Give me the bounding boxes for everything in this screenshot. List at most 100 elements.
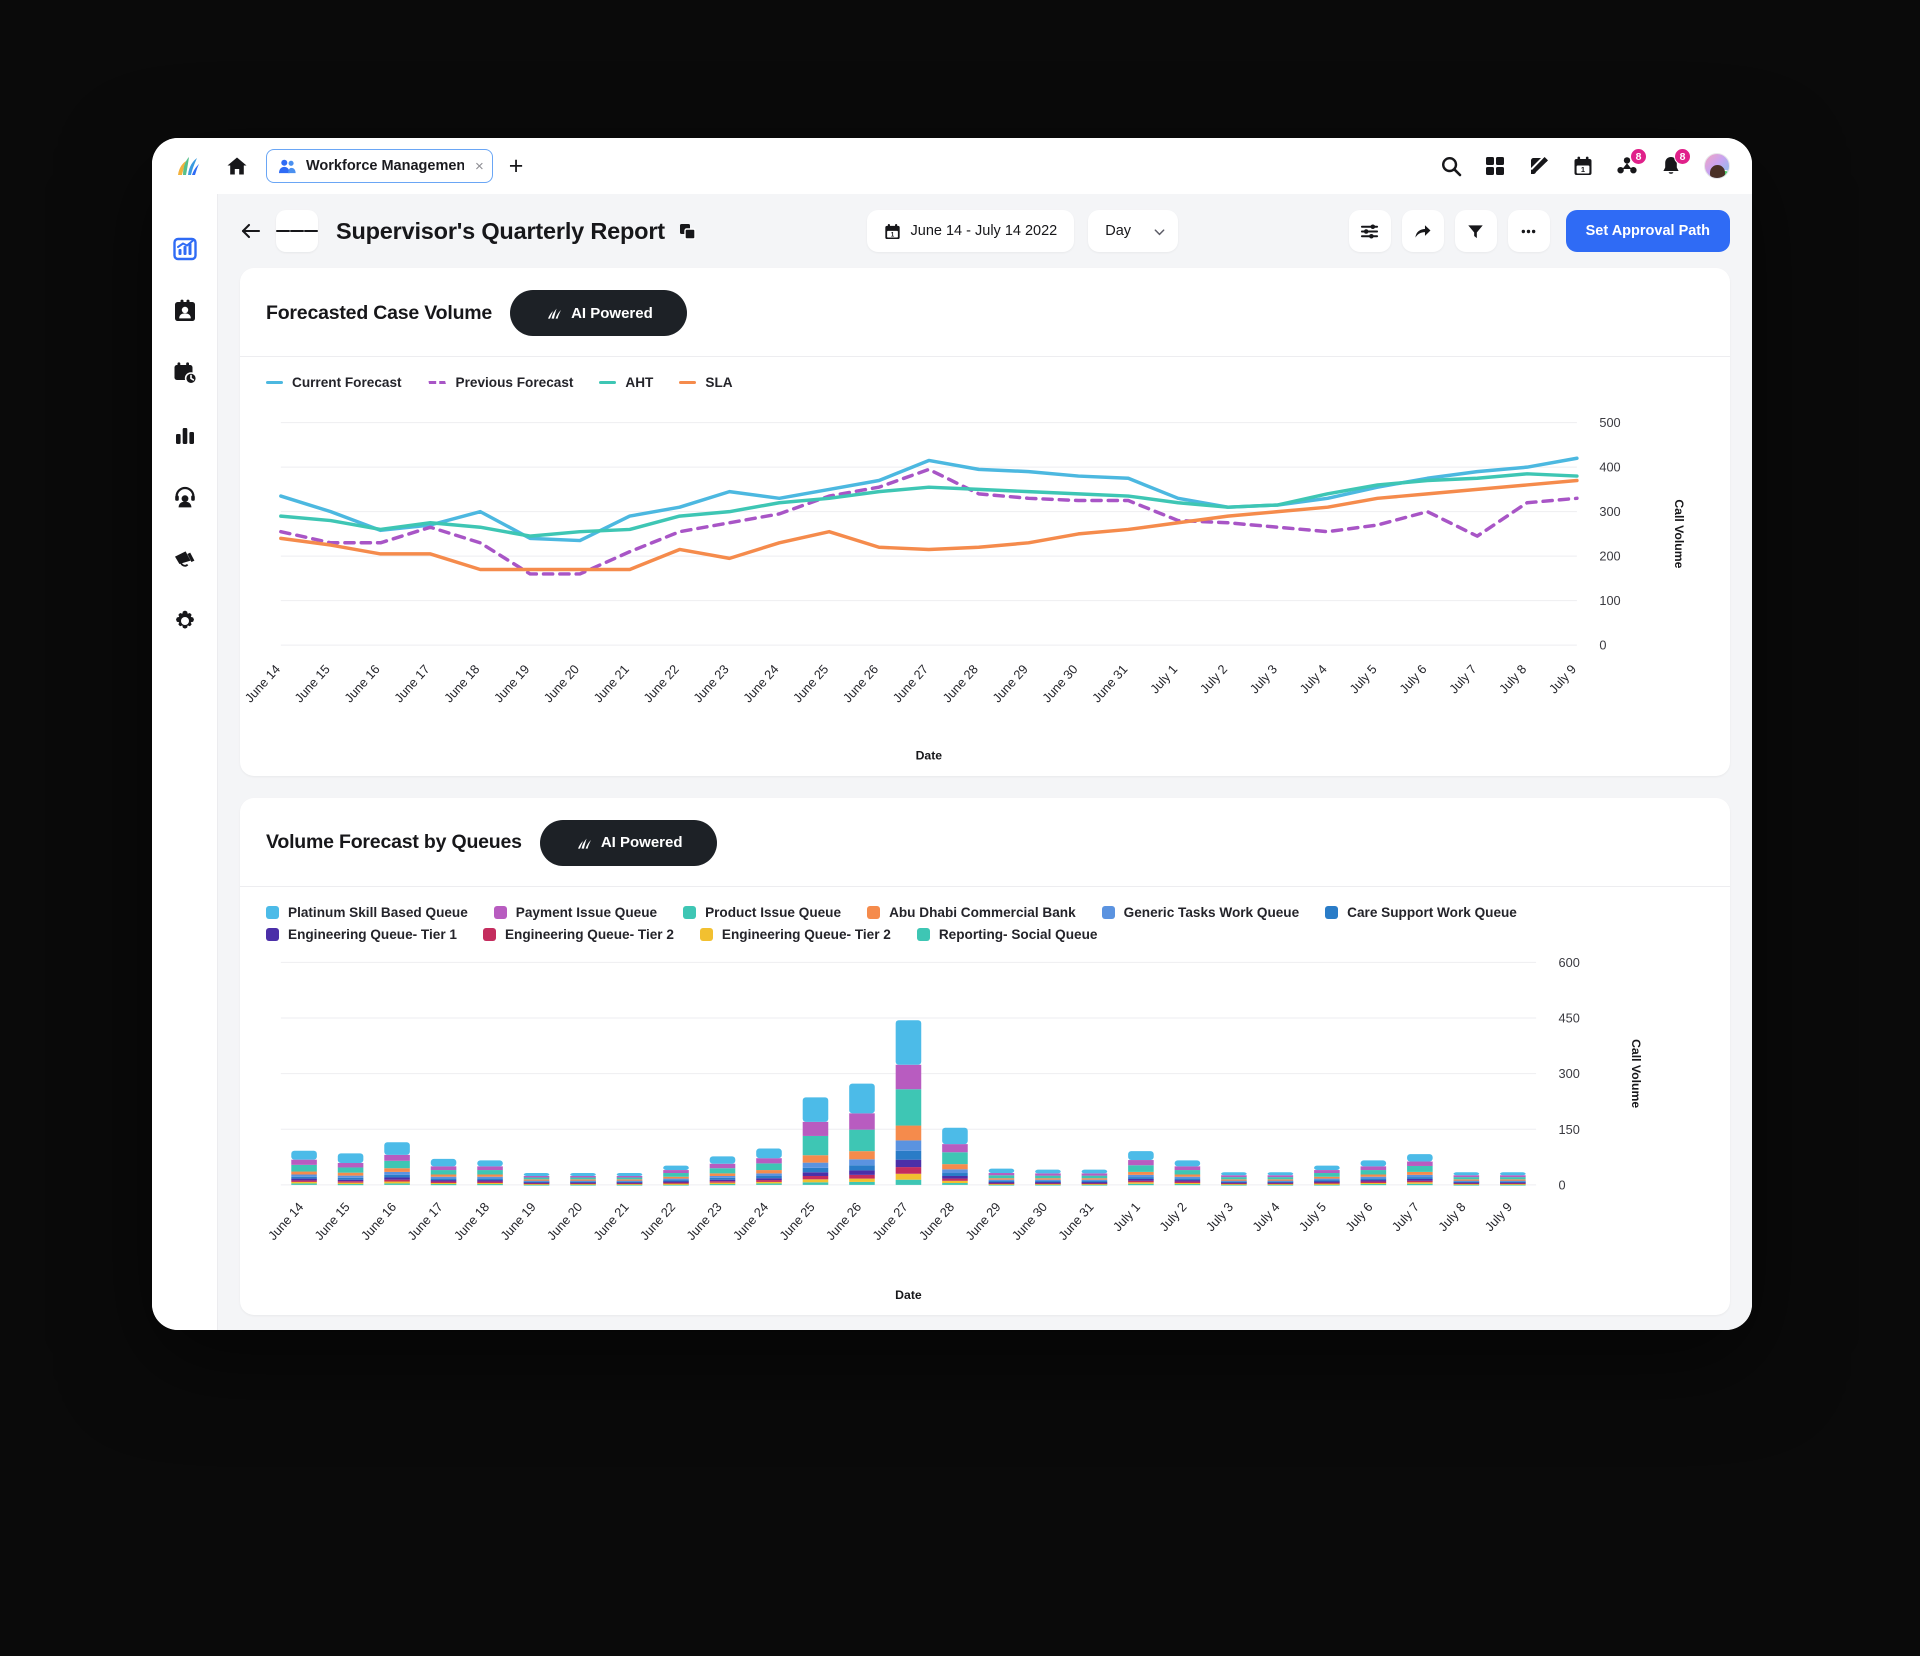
svg-text:Date: Date [895,1288,922,1302]
svg-text:June 30: June 30 [1039,662,1081,706]
svg-text:June 27: June 27 [890,662,932,706]
svg-text:July 7: July 7 [1446,662,1479,697]
browser-tab-workforce-management[interactable]: Workforce Management × [266,149,493,183]
svg-text:300: 300 [1599,504,1620,519]
volume-forecast-by-queues-chart: 0150300450600Call VolumeJune 14 June 15 Ju… [265,955,1643,1302]
svg-text:July 8: July 8 [1435,1199,1468,1234]
legend-item[interactable]: Previous Forecast [427,375,574,390]
legend-item[interactable]: Engineering Queue- Tier 2 [482,926,674,942]
new-tab-button[interactable]: + [509,153,524,179]
svg-text:June 29: June 29 [962,1199,1004,1243]
legend-label: Care Support Work Queue [1347,904,1517,920]
svg-text:July 6: July 6 [1396,662,1429,697]
svg-text:0: 0 [1599,638,1606,653]
svg-text:July 9: July 9 [1482,1199,1515,1234]
page-title: Supervisor's Quarterly Report [336,217,665,244]
svg-text:June 15: June 15 [291,662,333,706]
date-range-picker[interactable]: 1 June 14 - July 14 2022 [866,210,1075,252]
compose-icon[interactable] [1528,155,1550,177]
display-settings-icon[interactable] [1348,210,1391,252]
page-header: Supervisor's Quarterly Report 1 June 14 … [218,194,1752,268]
svg-text:June 21: June 21 [590,662,632,706]
user-avatar[interactable] [1704,153,1730,179]
search-icon[interactable] [1440,155,1462,177]
sidebar-item-agents[interactable] [172,484,198,510]
legend-swatch [683,905,697,919]
card-title: Forecasted Case Volume [266,301,493,324]
legend-label: SLA [705,375,733,390]
svg-text:300: 300 [1559,1066,1580,1081]
svg-text:July 3: July 3 [1247,662,1280,697]
sidebar-item-reports[interactable] [172,422,198,448]
legend-label: Payment Issue Queue [515,904,658,920]
duplicate-icon[interactable] [679,223,696,240]
legend-label: Previous Forecast [455,375,574,390]
granularity-label: Day [1105,223,1132,239]
legend-label: AHT [625,375,654,390]
close-icon[interactable]: × [473,159,484,174]
filter-icon[interactable] [1454,210,1497,252]
legend-label: Platinum Skill Based Queue [288,904,468,920]
svg-text:450: 450 [1559,1010,1580,1025]
svg-text:June 22: June 22 [637,1199,679,1243]
hamburger-icon[interactable] [276,210,318,252]
sidebar-item-settings[interactable] [172,608,198,634]
svg-text:June 25: June 25 [790,662,832,706]
legend-item[interactable]: AHT [599,375,653,390]
apps-grid-icon[interactable] [1484,155,1506,177]
legend-label: Engineering Queue- Tier 2 [504,926,674,942]
community-icon[interactable]: 8 [1616,148,1647,177]
svg-text:July 1: July 1 [1147,662,1180,697]
legend-item[interactable]: Engineering Queue- Tier 1 [266,927,457,942]
forecasted-case-volume-card: Forecasted Case Volume AI Powered Curren… [240,268,1730,776]
granularity-select[interactable]: Day [1088,210,1179,252]
legend-swatch [427,381,447,384]
sidebar-item-contacts[interactable] [172,298,198,324]
legend-swatch [599,380,617,385]
svg-text:July 4: July 4 [1296,662,1329,697]
browser-tab-bar: Workforce Management × + 1 8 8 [152,138,1752,194]
back-arrow-icon[interactable] [236,216,266,246]
legend-item[interactable]: Engineering Queue- Tier 2 [699,927,891,942]
svg-text:June 30: June 30 [1009,1199,1051,1243]
svg-text:500: 500 [1599,415,1620,430]
legend-swatch [482,927,496,941]
home-icon[interactable] [226,155,248,177]
legend-swatch [1325,905,1339,919]
calendar-icon[interactable]: 1 [1572,155,1594,177]
sidebar-item-announcements[interactable] [172,546,198,572]
legend-item[interactable]: Reporting- Social Queue [916,927,1097,942]
svg-text:600: 600 [1559,955,1580,970]
ai-powered-label: AI Powered [571,304,653,322]
legend-item[interactable]: Product Issue Queue [683,905,841,920]
svg-text:1: 1 [890,231,894,238]
sidebar-item-schedule[interactable] [172,360,198,386]
legend-swatch [493,905,507,919]
svg-text:July 2: July 2 [1156,1199,1189,1234]
notifications-bell-icon[interactable]: 8 [1660,148,1691,177]
ai-powered-label: AI Powered [600,834,683,852]
legend-item[interactable]: Current Forecast [266,375,402,390]
svg-text:June 26: June 26 [840,662,882,706]
legend-label: Current Forecast [292,375,402,390]
more-options-icon[interactable] [1507,210,1550,252]
svg-text:June 28: June 28 [916,1199,958,1243]
svg-text:Call Volume: Call Volume [1672,499,1686,568]
sidebar-item-analytics[interactable] [172,236,198,262]
date-range-label: June 14 - July 14 2022 [910,223,1058,239]
sparkle-icon [544,304,562,322]
legend-item[interactable]: SLA [679,375,733,390]
legend-item[interactable]: Payment Issue Queue [493,904,658,920]
share-icon[interactable] [1401,210,1444,252]
calendar-icon: 1 [884,223,901,240]
svg-text:June 20: June 20 [541,662,583,706]
svg-text:July 3: July 3 [1203,1199,1236,1234]
set-approval-path-button[interactable]: Set Approval Path [1565,210,1730,252]
legend-item[interactable]: Generic Tasks Work Queue [1101,905,1299,920]
app-sidebar [152,194,218,1330]
legend-item[interactable]: Platinum Skill Based Queue [266,905,468,920]
svg-text:July 1: July 1 [1110,1199,1143,1234]
legend-item[interactable]: Care Support Work Queue [1325,905,1517,920]
legend-item[interactable]: Abu Dhabi Commercial Bank [867,905,1076,920]
svg-text:June 24: June 24 [730,1199,772,1243]
